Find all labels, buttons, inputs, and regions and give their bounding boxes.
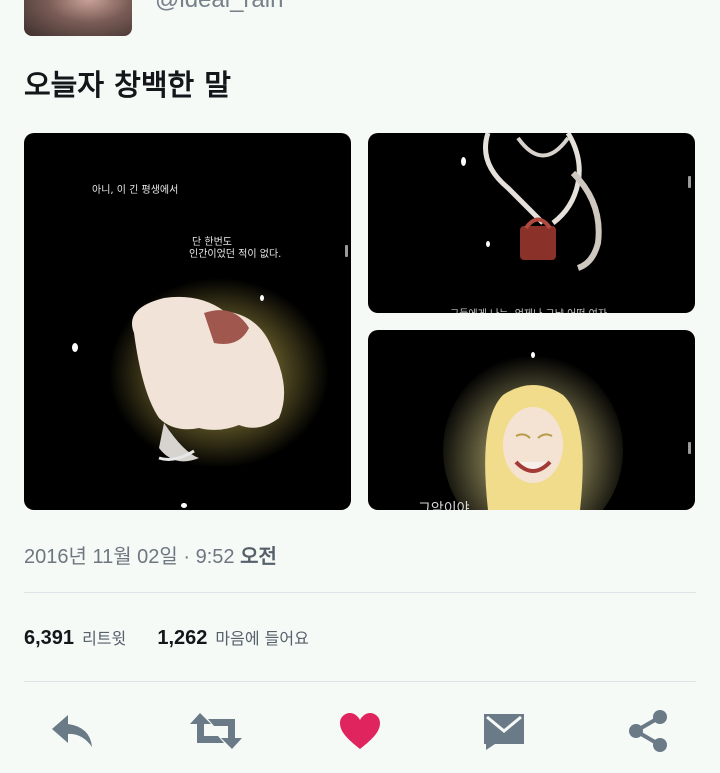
separator-dot: · [183, 546, 191, 568]
retweet-label: 리트윗 [82, 629, 127, 648]
tweet-text: 오늘자 창백한 말 [24, 68, 231, 102]
retweet-icon [190, 713, 242, 749]
media-scrollbar[interactable] [688, 442, 691, 454]
envelope-icon [484, 714, 524, 750]
retweet-button[interactable] [186, 705, 246, 757]
tweet-time: 9:52 [195, 546, 235, 568]
direct-message-button[interactable] [474, 705, 534, 757]
reply-icon [52, 715, 92, 747]
media-caption: 그들에게 나는, 언제나 그냥 어떤 여자 [450, 305, 607, 313]
heart-icon [340, 713, 380, 749]
share-icon [629, 710, 667, 752]
divider [24, 681, 696, 682]
share-button[interactable] [618, 705, 678, 757]
media-image-3[interactable]: 그악이야 [368, 330, 695, 510]
media-image-2[interactable]: 그들에게 나는, 언제나 그냥 어떤 여자 [368, 133, 695, 313]
media-image-1[interactable]: 아니, 이 긴 평생에서 단 한번도 인간이었던 적이 없다. [24, 133, 351, 510]
like-label: 마음에 들어요 [215, 629, 309, 648]
like-button[interactable] [330, 705, 390, 757]
retweet-count: 6,391 [24, 627, 75, 649]
tweet-stats: 6,391 리트윗 1,262 마음에 들어요 [24, 625, 335, 650]
tweet-date: 2016년 11월 02일 [24, 546, 178, 568]
retweet-stat[interactable]: 6,391 리트윗 [24, 627, 157, 649]
like-count: 1,262 [157, 627, 208, 649]
figure-illustration [109, 278, 329, 468]
media-caption: 그악이야 [418, 501, 470, 510]
timestamp: 2016년 11월 02일 · 9:52 오전 [24, 540, 277, 569]
avatar[interactable] [24, 0, 132, 36]
tweet-ampm: 오전 [240, 546, 277, 568]
reply-button[interactable] [42, 705, 102, 757]
chain-illustration [483, 133, 602, 271]
like-stat[interactable]: 1,262 마음에 들어요 [157, 627, 334, 649]
user-handle[interactable]: @ideal_rain [155, 0, 283, 14]
divider [24, 592, 696, 593]
media-scrollbar[interactable] [688, 176, 691, 188]
